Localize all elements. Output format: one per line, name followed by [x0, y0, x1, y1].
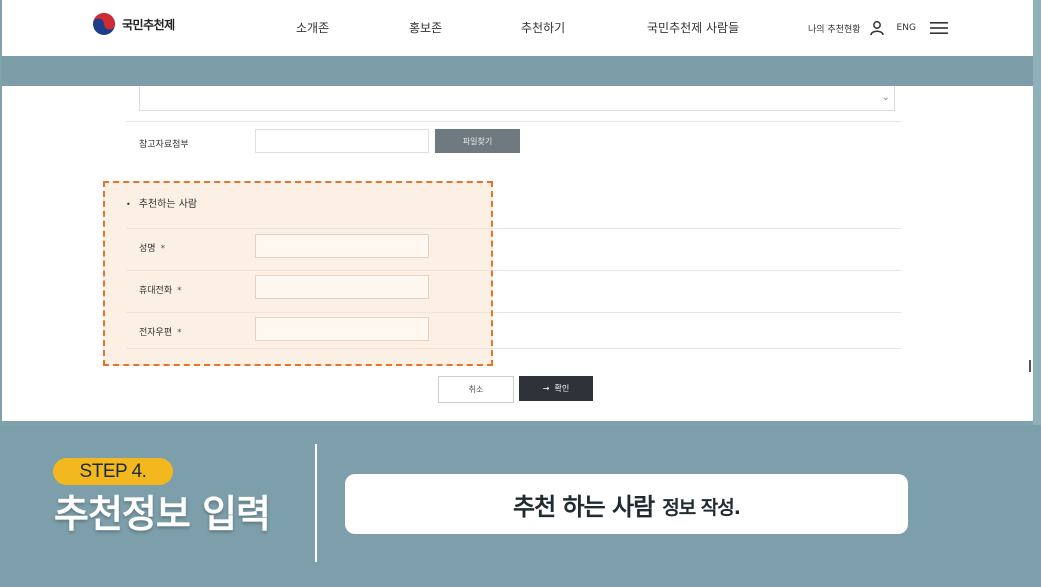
email-label-text: 전자우편 [139, 328, 173, 338]
chevron-down-icon: ⌄ [881, 92, 890, 103]
email-field[interactable] [255, 317, 429, 341]
nav-people[interactable]: 국민추천제 사람들 [647, 19, 739, 36]
top-navigation: 국민추천제 소개존 홍보존 추천하기 국민추천제 사람들 나의 추천현황 ENG [2, 0, 1033, 57]
step-title: 추천정보 입력 [54, 492, 271, 536]
bullet-icon: • [126, 200, 131, 209]
header-band [2, 56, 1033, 86]
name-label-text: 성명 [139, 244, 156, 254]
phone-label: 휴대전화 * [139, 283, 182, 296]
email-label: 전자우편 * [139, 325, 182, 338]
user-icon[interactable] [869, 20, 885, 36]
name-label: 성명 * [139, 241, 165, 254]
required-mark: * [177, 328, 182, 338]
hamburger-menu-icon[interactable] [929, 21, 948, 35]
arrow-right-icon: → [542, 384, 550, 393]
name-field[interactable] [255, 234, 429, 258]
nav-recommend[interactable]: 추천하기 [521, 19, 565, 36]
form-content: ⌄ 참고자료첨부 파일찾기 • 추천하는 사람 성명 * 휴대전화 * 전자우편 * 취… [2, 86, 1033, 421]
caption-sub-text: 정보 작성. [662, 496, 741, 519]
category-select[interactable]: ⌄ [139, 86, 895, 111]
caption-divider [315, 444, 317, 562]
taegeuk-logo-icon [93, 13, 115, 35]
section-title-text: 추천하는 사람 [138, 199, 198, 210]
cancel-button[interactable]: 취소 [438, 376, 514, 403]
required-mark: * [177, 286, 182, 296]
site-logo[interactable]: 국민추천제 [92, 12, 175, 36]
screen: 국민추천제 소개존 홍보존 추천하기 국민추천제 사람들 나의 추천현황 ENG… [0, 0, 1041, 587]
phone-label-text: 휴대전화 [139, 286, 173, 296]
logo-text: 국민추천제 [122, 17, 175, 32]
step-badge: STEP 4. [53, 458, 173, 485]
confirm-label: 확인 [554, 384, 570, 393]
section-title: • 추천하는 사람 [126, 195, 197, 210]
file-browse-button[interactable]: 파일찾기 [435, 129, 520, 153]
language-toggle[interactable]: ENG [897, 23, 916, 33]
attachment-label: 참고자료첨부 [139, 140, 189, 150]
confirm-button[interactable]: → 확인 [519, 376, 593, 401]
caption-text-box: 추천 하는 사람 정보 작성. [345, 474, 908, 534]
nav-promo[interactable]: 홍보존 [409, 19, 442, 36]
caption-main-text: 추천 하는 사람 [513, 492, 655, 521]
utility-menu: 나의 추천현황 ENG [808, 20, 948, 36]
nav-intro[interactable]: 소개존 [296, 19, 329, 36]
my-status-link[interactable]: 나의 추천현황 [808, 22, 861, 35]
phone-field[interactable] [255, 275, 429, 299]
scrollbar-thumb[interactable] [1029, 360, 1031, 372]
row-divider [126, 121, 901, 122]
required-mark: * [160, 244, 166, 254]
attachment-input[interactable] [255, 129, 429, 153]
